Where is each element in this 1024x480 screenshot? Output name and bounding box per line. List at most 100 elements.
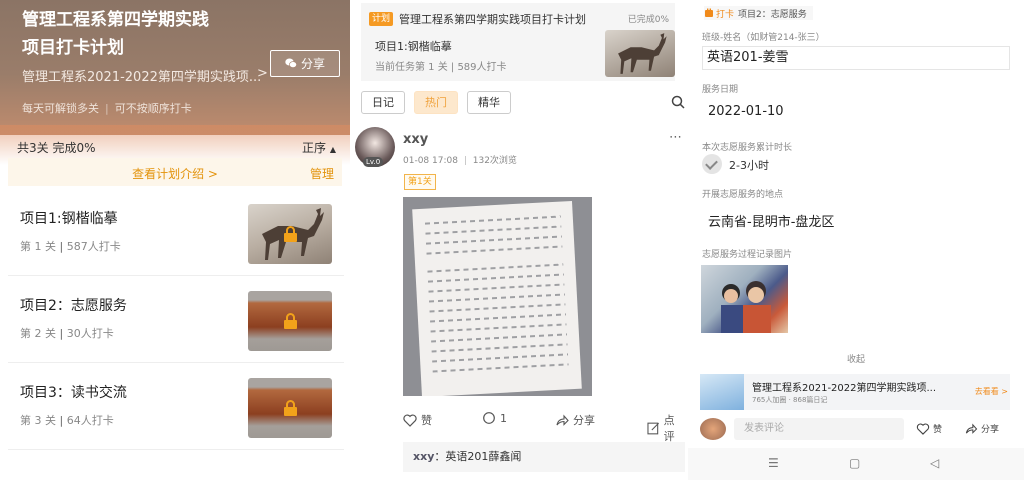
- project-item[interactable]: 项目3：读书交流 第 3 关 | 64人打卡: [8, 364, 344, 450]
- hours-option[interactable]: 2-3小时: [729, 157, 769, 173]
- menu-icon[interactable]: ☰: [768, 456, 779, 470]
- project-thumbnail: [248, 204, 332, 264]
- plan-badge: 计划: [369, 12, 394, 26]
- sort-label: 正序: [302, 141, 327, 155]
- checkin-breadcrumb: 打卡 项目2：志愿服务: [704, 6, 813, 20]
- post-username[interactable]: xxy: [403, 132, 428, 147]
- share-label: 分享: [573, 414, 595, 427]
- sort-toggle[interactable]: 正序 ▲: [302, 139, 336, 156]
- post-photo[interactable]: [403, 197, 592, 396]
- check-icon[interactable]: [702, 154, 722, 174]
- like-label: 赞: [421, 414, 432, 427]
- view-intro-link[interactable]: 查看计划介绍 >: [8, 165, 342, 182]
- share-icon: [556, 414, 569, 426]
- project-name: 项目3：读书交流: [20, 385, 127, 401]
- project-meta: 第 1 关 | 587人打卡: [20, 238, 121, 254]
- calligraphy-paper: [412, 200, 582, 396]
- project-item[interactable]: 项目2：志愿服务 第 2 关 | 30人打卡: [8, 277, 344, 363]
- stage-badge: 第1关: [404, 174, 436, 190]
- project-name: 项目2：志愿服务: [20, 298, 127, 314]
- plan-rules: 每天可解锁多关 | 可不按顺序打卡: [22, 100, 192, 116]
- project-item[interactable]: 项目1:钢楷临摹 第 1 关 | 587人打卡: [8, 190, 344, 276]
- lock-icon: [284, 313, 297, 329]
- name-field-label: 班级-姓名（如财管214-张三）: [702, 33, 825, 43]
- review-label: 点评: [663, 414, 675, 443]
- project-count: 30人打卡: [66, 327, 114, 340]
- rule-separator: |: [105, 102, 109, 115]
- avatar: [700, 418, 726, 440]
- share-label: 分享: [300, 57, 325, 71]
- plan-subtitle-link[interactable]: 管理工程系2021-2022第四学期实践项...: [22, 66, 267, 85]
- plan-card[interactable]: 计划 管理工程系第四学期实践项目打卡计划 已完成0% 项目1:钢楷临摹 当前任务…: [361, 3, 675, 81]
- user-level-badge: Lv.0: [363, 157, 384, 167]
- place-field-label: 开展志愿服务的地点: [702, 190, 784, 200]
- share-button[interactable]: 分享: [964, 422, 999, 435]
- project-name: 项目1:钢楷临摹: [20, 211, 118, 227]
- plan-header: 管理工程系第四学期实践项目打卡计划 管理工程系2021-2022第四学期实践项.…: [0, 0, 350, 165]
- triangle-up-icon: ▲: [329, 145, 336, 154]
- tab-hot[interactable]: 热门: [414, 91, 458, 114]
- search-icon[interactable]: [671, 95, 685, 109]
- like-button[interactable]: 赞: [403, 412, 432, 428]
- order-rule: 可不按顺序打卡: [114, 102, 192, 115]
- project-level: 第 1 关: [20, 240, 56, 253]
- checkin-tag: 打卡: [716, 9, 735, 20]
- meta-separator: |: [59, 240, 64, 253]
- date-field[interactable]: 2022-01-10: [708, 104, 784, 119]
- manage-link[interactable]: 管理: [310, 165, 334, 182]
- plan-promo-title: 管理工程系2021-2022第四学期实践项...: [752, 383, 937, 394]
- breadcrumb-project: 项目2：志愿服务: [738, 9, 807, 20]
- share-label: 分享: [981, 425, 1000, 435]
- tab-featured[interactable]: 精华: [467, 91, 511, 114]
- share-button[interactable]: 分享: [555, 412, 595, 428]
- current-project: 项目1:钢楷临摹: [375, 40, 452, 53]
- plan-panel: 管理工程系第四学期实践项目打卡计划 管理工程系2021-2022第四学期实践项.…: [0, 0, 350, 480]
- back-icon[interactable]: ◁: [930, 456, 939, 470]
- photo-field-label: 志愿服务过程记录图片: [702, 250, 793, 260]
- tab-diary[interactable]: 日记: [361, 91, 405, 114]
- chevron-right-icon[interactable]: >: [257, 66, 268, 81]
- edit-icon: [647, 422, 660, 434]
- view-plan-link[interactable]: 去看看 >: [975, 386, 1008, 397]
- meta-separator: |: [59, 327, 64, 340]
- checkin-detail-panel: 打卡 项目2：志愿服务 班级-姓名（如财管214-张三） 英语201-姜雪 服务…: [688, 0, 1024, 480]
- collapse-toggle[interactable]: 收起: [688, 352, 1024, 365]
- volunteer-photo[interactable]: [701, 265, 788, 333]
- plan-intro-bar: 查看计划介绍 > 管理: [8, 158, 342, 186]
- wechat-icon: [285, 58, 297, 68]
- plan-progress: 共3关 完成0%: [17, 141, 96, 155]
- comment-item[interactable]: xxy：英语201薛鑫闻: [403, 442, 685, 472]
- lock-icon: [284, 400, 297, 416]
- heart-icon: [916, 422, 930, 435]
- system-nav-bar: ☰ ▢ ◁: [688, 448, 1024, 480]
- comment-bar: 发表评论 赞 分享: [688, 414, 1024, 444]
- post-time: 01-08 17:08: [403, 156, 458, 166]
- deer-icon: [618, 33, 667, 74]
- plan-promo-card[interactable]: 管理工程系2021-2022第四学期实践项... 765人加圈 · 868篇日记…: [700, 374, 1010, 410]
- share-button[interactable]: 分享: [270, 50, 340, 77]
- hours-field-label: 本次志愿服务累计时长: [702, 143, 793, 153]
- project-thumbnail: [248, 378, 332, 438]
- place-field[interactable]: 云南省-昆明市-盘龙区: [708, 211, 834, 230]
- meta-separator: |: [59, 414, 64, 427]
- comment-text: ：英语201薛鑫闻: [434, 450, 522, 463]
- review-button[interactable]: 点评: [647, 412, 685, 444]
- comment-author[interactable]: xxy: [413, 450, 434, 463]
- project-count: 587人打卡: [66, 240, 121, 253]
- checkin-feed-panel: 计划 管理工程系第四学期实践项目打卡计划 已完成0% 项目1:钢楷临摹 当前任务…: [355, 0, 685, 480]
- lock-icon: [284, 226, 297, 242]
- children-photo: [721, 281, 771, 333]
- project-level: 第 2 关: [20, 327, 56, 340]
- project-meta: 第 2 关 | 30人打卡: [20, 325, 114, 341]
- comment-input[interactable]: 发表评论: [734, 418, 904, 440]
- more-icon[interactable]: ⋯: [669, 130, 683, 145]
- name-field[interactable]: 英语201-姜雪: [702, 46, 1010, 70]
- comment-button[interactable]: 1: [482, 412, 507, 425]
- plan-title: 管理工程系第四学期实践项目打卡计划: [22, 10, 209, 58]
- plan-promo-meta: 765人加圈 · 868篇日记: [752, 396, 828, 404]
- home-icon[interactable]: ▢: [849, 456, 860, 470]
- unlock-rule: 每天可解锁多关: [22, 102, 99, 115]
- comment-count: 1: [500, 412, 507, 425]
- plan-completion: 已完成0%: [627, 15, 669, 25]
- like-button[interactable]: 赞: [916, 422, 942, 435]
